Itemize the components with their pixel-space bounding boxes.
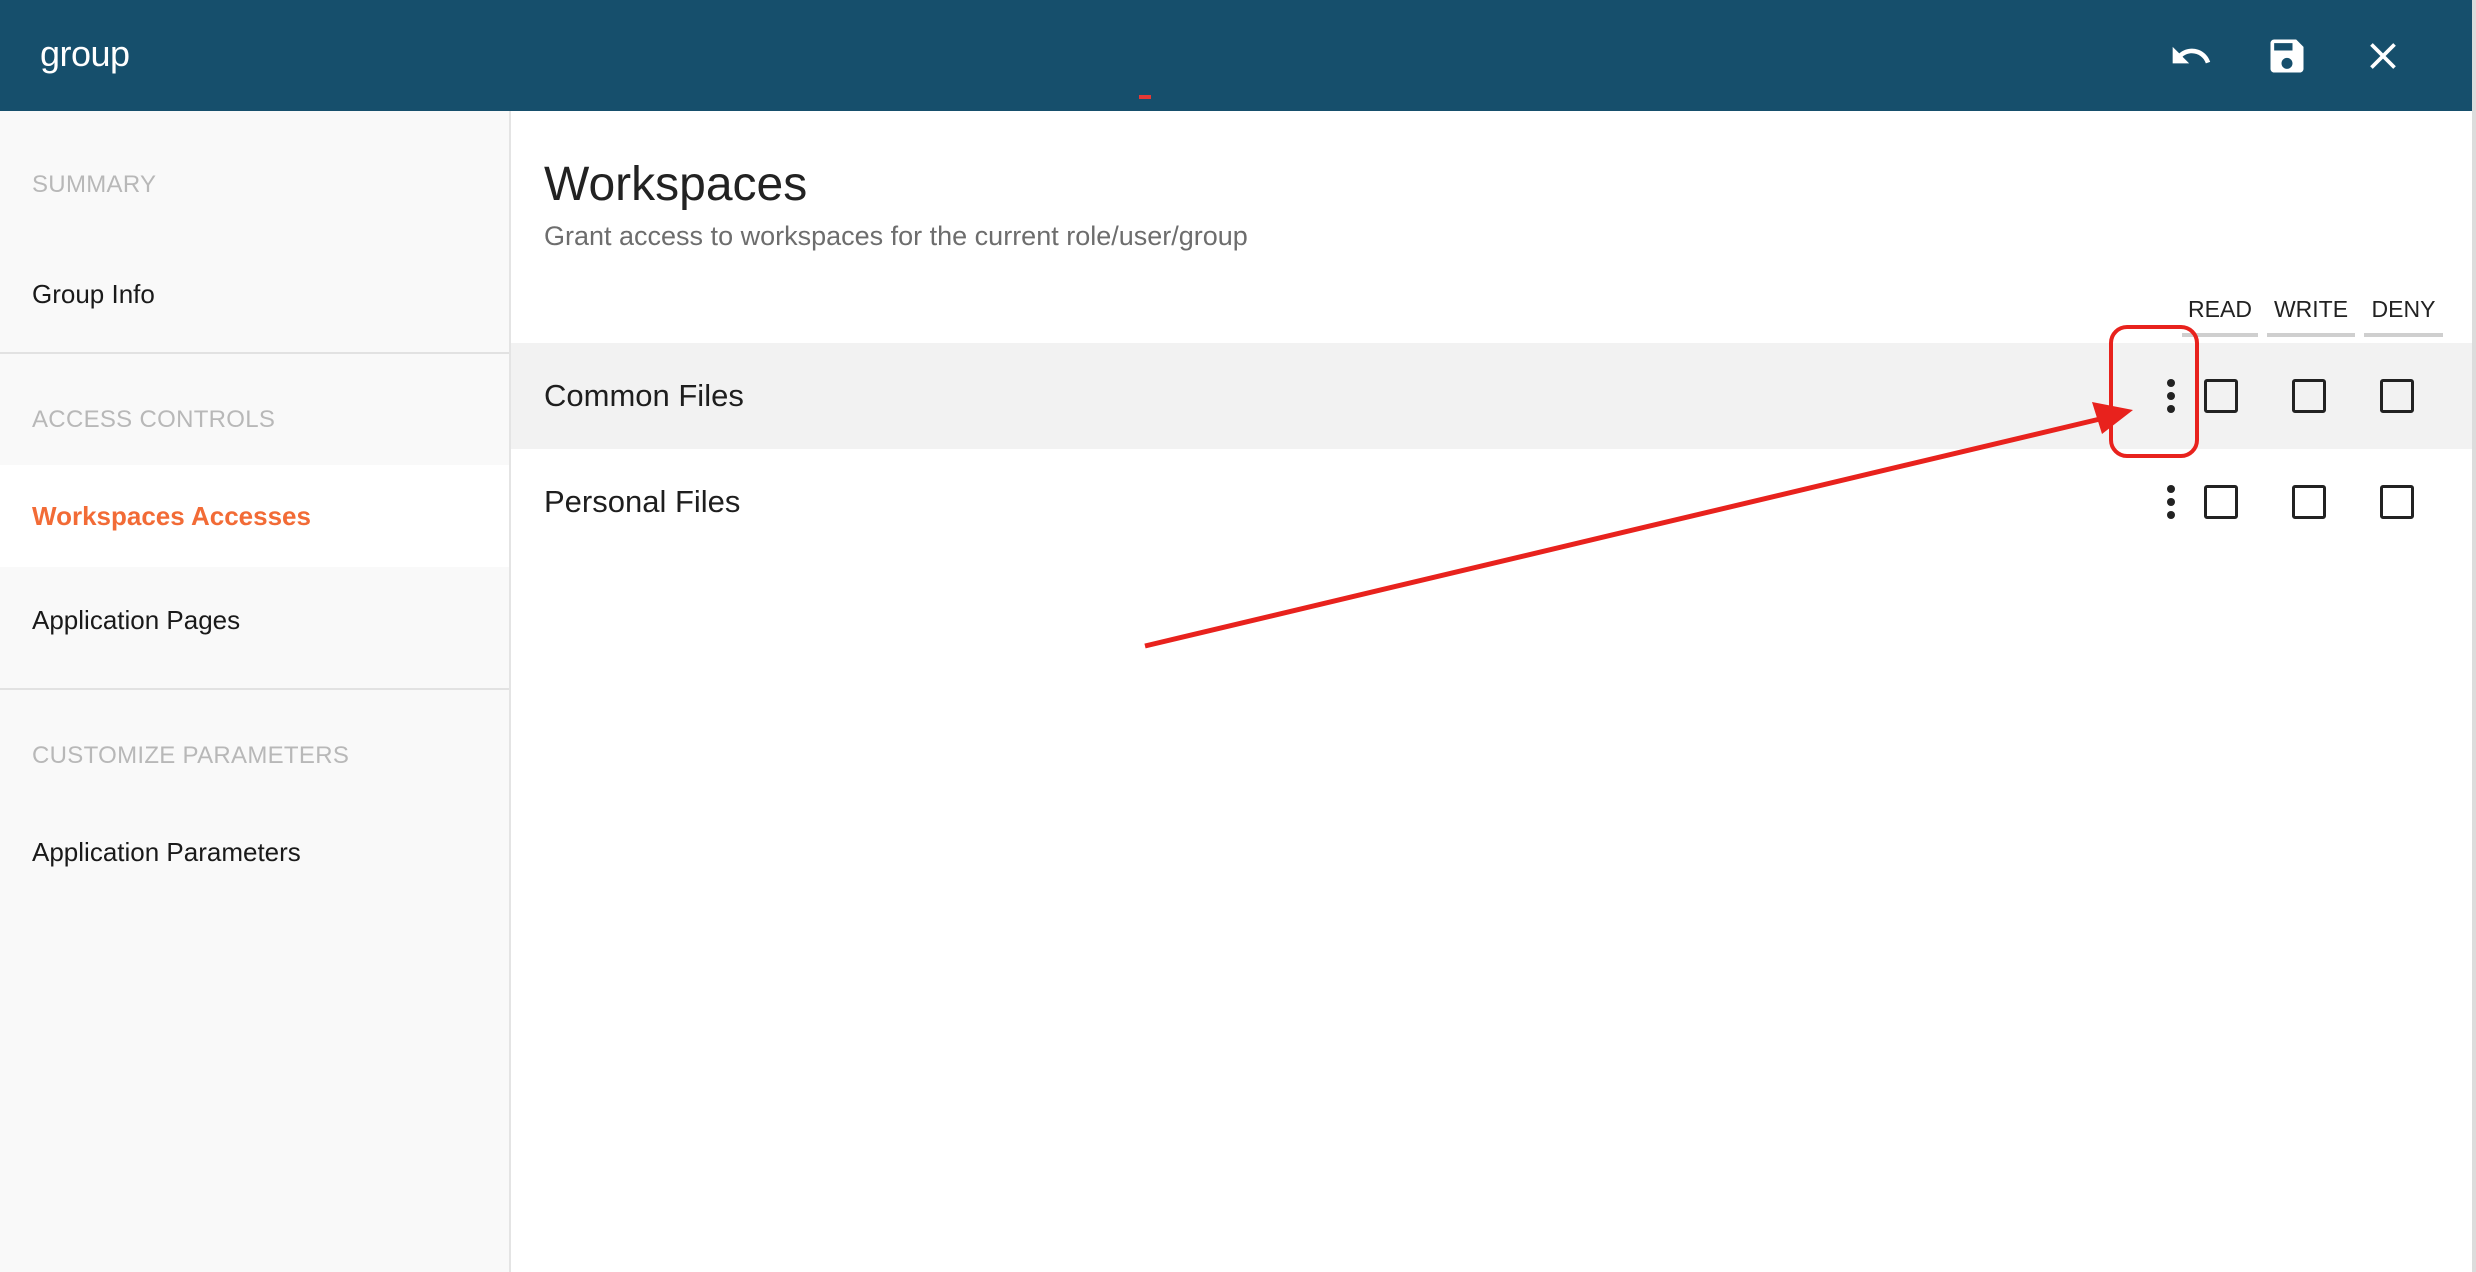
sidebar-item-workspaces-accesses[interactable]: Workspaces Accesses [0,465,509,567]
sidebar-divider [0,688,509,690]
undo-icon [2172,46,2211,64]
column-header-deny: DENY [2364,294,2443,337]
app-header: group [0,0,2472,111]
sidebar-item-group-info[interactable]: Group Info [0,243,509,345]
close-icon [2370,43,2396,69]
sidebar-item-application-pages[interactable]: Application Pages [0,569,509,671]
table-row: Common Files [511,343,2472,449]
page-subtitle: Grant access to workspaces for the curre… [544,221,1248,251]
workspace-name: Common Files [544,378,744,413]
more-options-button[interactable] [2151,472,2191,532]
save-button[interactable] [2259,28,2315,84]
section-label-summary: SUMMARY [32,171,157,198]
page-title: Workspaces [544,158,808,211]
save-icon [2270,39,2304,73]
read-checkbox[interactable] [2204,379,2238,413]
more-options-button[interactable] [2151,366,2191,426]
column-header-read: READ [2182,294,2258,337]
section-label-access-controls: ACCESS CONTROLS [32,406,276,433]
sidebar: SUMMARY Group Info ACCESS CONTROLS Works… [0,111,511,1272]
sidebar-item-label: Application Pages [32,604,241,635]
window-edge [2472,0,2476,1272]
more-vert-icon [2167,379,2175,413]
sidebar-divider [0,352,509,354]
sidebar-item-label: Group Info [32,278,155,309]
deny-checkbox[interactable] [2380,485,2414,519]
section-label-customize-parameters: CUSTOMIZE PARAMETERS [32,742,350,769]
sidebar-item-application-parameters[interactable]: Application Parameters [0,801,509,903]
more-vert-icon [2167,485,2175,519]
column-header-write: WRITE [2267,294,2355,337]
main-content: Workspaces Grant access to workspaces fo… [511,111,2472,1272]
sidebar-item-label: Application Parameters [32,836,301,867]
write-checkbox[interactable] [2292,485,2326,519]
header-title: group [40,33,130,74]
deny-checkbox[interactable] [2380,379,2414,413]
undo-button[interactable] [2163,28,2219,84]
workspace-name: Personal Files [544,484,741,519]
header-marker [1139,95,1151,99]
read-checkbox[interactable] [2204,485,2238,519]
close-button[interactable] [2355,28,2411,84]
table-row: Personal Files [511,449,2472,555]
sidebar-item-label: Workspaces Accesses [32,500,311,531]
write-checkbox[interactable] [2292,379,2326,413]
